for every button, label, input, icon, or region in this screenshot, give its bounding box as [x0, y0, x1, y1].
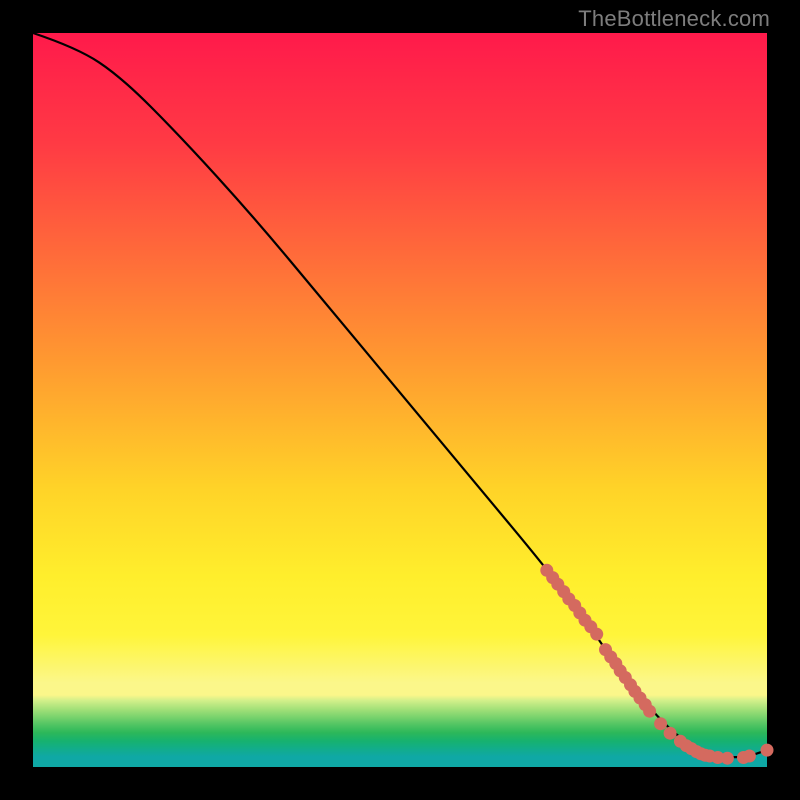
data-marker	[643, 705, 656, 718]
curve-markers	[540, 564, 773, 765]
data-marker	[590, 628, 603, 641]
curve-line	[33, 33, 767, 757]
data-marker	[721, 752, 734, 765]
data-marker	[743, 750, 756, 763]
data-marker	[664, 727, 677, 740]
attribution-text: TheBottleneck.com	[578, 6, 770, 32]
chart-overlay	[33, 33, 767, 767]
chart-container: TheBottleneck.com	[0, 0, 800, 800]
data-marker	[654, 717, 667, 730]
data-marker	[761, 744, 774, 757]
